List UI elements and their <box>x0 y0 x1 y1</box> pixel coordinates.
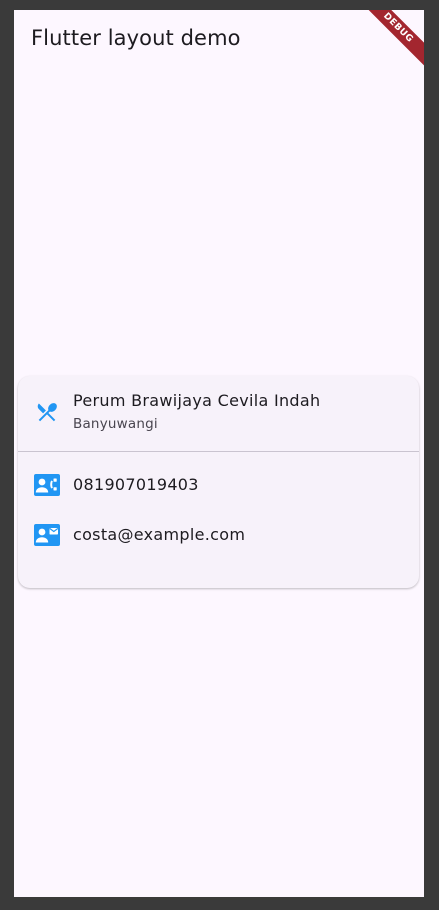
email-address: costa@example.com <box>73 525 246 544</box>
address-title: Perum Brawijaya Cevila Indah <box>73 391 321 410</box>
app-bar-title: Flutter layout demo <box>31 26 241 50</box>
contact-mail-icon <box>34 524 60 546</box>
email-tile[interactable]: costa@example.com <box>18 516 419 554</box>
contact-card: Perum Brawijaya Cevila Indah Banyuwangi … <box>18 376 419 588</box>
card-divider <box>18 451 419 452</box>
address-tile[interactable]: Perum Brawijaya Cevila Indah Banyuwangi <box>18 376 419 451</box>
phone-number: 081907019403 <box>73 475 199 494</box>
contact-phone-icon <box>34 474 60 496</box>
debug-banner: DEBUG <box>349 10 424 77</box>
phone-tile[interactable]: 081907019403 <box>18 466 419 504</box>
address-subtitle: Banyuwangi <box>73 416 158 432</box>
restaurant-icon <box>37 403 57 422</box>
app-screen: Flutter layout demo DEBUG Perum Brawijay… <box>14 10 424 897</box>
